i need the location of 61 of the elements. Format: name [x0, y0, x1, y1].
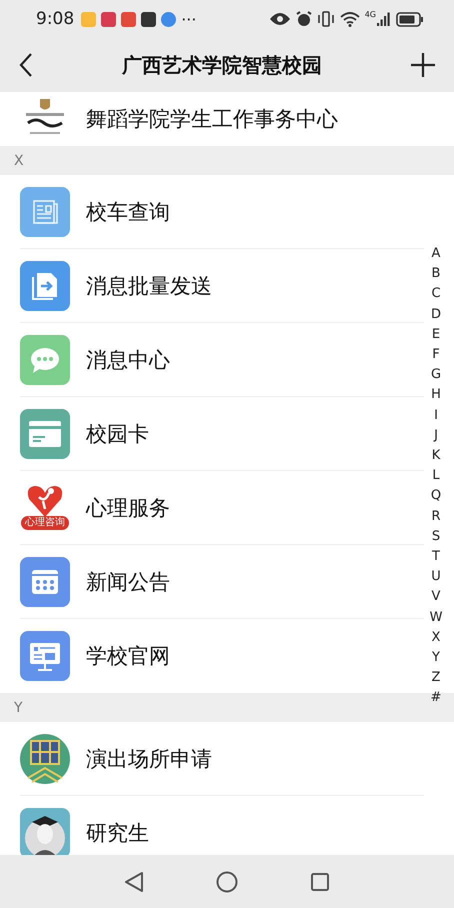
index-letter[interactable]: Y [432, 648, 440, 668]
calendar-icon [20, 557, 70, 607]
network-type: 4G [364, 10, 376, 19]
index-letter[interactable]: L [432, 466, 440, 486]
notification-icon [121, 12, 136, 26]
status-time: 9:08 [36, 9, 74, 29]
index-letter[interactable]: T [432, 547, 440, 568]
index-letter[interactable]: K [432, 446, 440, 466]
vibrate-icon [316, 11, 335, 27]
index-letter[interactable]: E [432, 324, 440, 346]
index-letter[interactable]: I [434, 406, 438, 426]
app-name[interactable]: 消息批量发送 [86, 272, 212, 300]
app-name[interactable]: 研究生 [86, 819, 149, 847]
index-letter[interactable]: C [431, 284, 441, 305]
index-letter[interactable]: W [430, 608, 442, 628]
index-letter[interactable]: V [432, 587, 440, 608]
newspaper-icon [20, 187, 70, 237]
back-nav-icon[interactable] [124, 870, 144, 892]
index-letter[interactable]: R [431, 506, 441, 527]
eye-icon [268, 12, 291, 26]
app-name[interactable]: 校车查询 [86, 198, 170, 226]
app-name[interactable]: 新闻公告 [86, 568, 170, 596]
signal-icon [377, 12, 391, 26]
index-letter[interactable]: Q [430, 486, 442, 507]
app-name[interactable]: 消息中心 [86, 346, 170, 374]
building-icon [20, 734, 70, 784]
index-letter[interactable]: A [432, 244, 440, 264]
index-letter[interactable]: G [430, 365, 442, 386]
index-letter[interactable]: H [431, 385, 441, 406]
app-name[interactable]: 演出场所申请 [86, 745, 212, 773]
page-title: 广西艺术学院智慧校园 [120, 52, 323, 78]
index-letter[interactable]: Z [432, 668, 440, 688]
app-name[interactable]: 舞蹈学院学生工作事务中心 [86, 105, 338, 133]
index-letter[interactable]: X [432, 628, 440, 648]
notification-icon [81, 12, 96, 26]
section-letter: X [14, 152, 24, 168]
app-name[interactable]: 学校官网 [86, 642, 170, 670]
battery-icon [396, 12, 424, 26]
app-name[interactable]: 校园卡 [86, 420, 149, 448]
home-nav-icon[interactable] [216, 870, 238, 892]
monitor-icon [20, 631, 70, 681]
card-icon [20, 409, 70, 459]
back-icon[interactable] [18, 52, 34, 78]
index-letter[interactable]: B [432, 264, 440, 284]
wifi-icon [340, 11, 360, 27]
index-letter[interactable]: U [431, 567, 441, 588]
notification-icon [101, 12, 116, 26]
add-icon[interactable] [410, 52, 436, 78]
recents-nav-icon[interactable] [310, 872, 330, 892]
more-notifications: ··· [181, 10, 196, 28]
index-letter[interactable]: # [430, 688, 442, 709]
notification-icon [161, 12, 176, 26]
index-letter[interactable]: D [430, 304, 441, 325]
index-letter[interactable]: F [432, 345, 440, 366]
notification-icon [141, 12, 156, 26]
chat-bubble-icon [20, 335, 70, 385]
index-letter[interactable]: S [432, 526, 440, 548]
index-letter[interactable]: J [434, 426, 438, 446]
app-name[interactable]: 心理服务 [86, 494, 170, 522]
section-letter: Y [14, 700, 23, 716]
alarm-icon [296, 11, 312, 27]
